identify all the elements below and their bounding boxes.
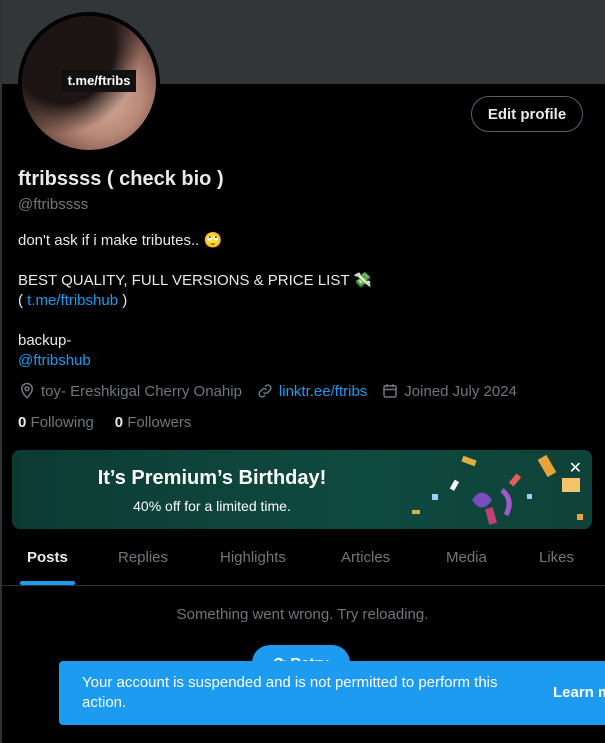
calendar-icon	[383, 384, 398, 398]
location-text: toy- Ereshkigal Cherry Onahip	[41, 382, 242, 400]
tab-highlights[interactable]: Highlights	[220, 533, 286, 585]
bio-line-1: don't ask if i make tributes.. 🙄	[18, 232, 223, 249]
joined-text: Joined July 2024	[404, 382, 517, 400]
profile-name: ftribssss ( check bio )	[18, 168, 224, 190]
link-icon	[258, 384, 272, 398]
active-tab-indicator	[20, 581, 75, 585]
profile-tabs: Posts Replies Highlights Articles Media …	[0, 533, 605, 586]
bio-paren-open: (	[18, 292, 23, 309]
tab-replies[interactable]: Replies	[118, 533, 168, 585]
following-label: Following	[30, 414, 94, 431]
join-date: Joined July 2024	[381, 382, 517, 400]
tab-posts-label: Posts	[27, 549, 68, 566]
bio-line-3: ( t.me/ftribshub )	[18, 291, 127, 311]
promo-subtitle: 40% off for a limited time.	[133, 498, 291, 514]
profile-meta: toy- Ereshkigal Cherry Onahip linktr.ee/…	[18, 382, 531, 400]
followers-link[interactable]: 0 Followers	[115, 414, 192, 431]
location-pin-icon	[20, 382, 34, 399]
column-border	[0, 0, 2, 743]
confetti-decoration	[412, 454, 583, 525]
edit-profile-button[interactable]: Edit profile	[471, 96, 583, 132]
avatar-text: t.me/ftribs	[62, 70, 136, 92]
followers-count: 0	[114, 414, 124, 431]
premium-promo-card[interactable]: It’s Premium’s Birthday! 40% off for a l…	[12, 450, 592, 529]
location: toy- Ereshkigal Cherry Onahip	[18, 382, 242, 400]
toast-message: Your account is suspended and is not per…	[82, 674, 498, 711]
promo-close-icon[interactable]: ✕	[569, 458, 582, 478]
promo-title: It’s Premium’s Birthday!	[97, 467, 327, 489]
tab-media[interactable]: Media	[446, 533, 487, 585]
tab-articles[interactable]: Articles	[341, 533, 390, 585]
learn-more-link[interactable]: Learn more	[553, 684, 605, 701]
website[interactable]: linktr.ee/ftribs	[256, 382, 367, 400]
timeline-error: Something went wrong. Try reloading.	[176, 606, 429, 623]
tab-likes[interactable]: Likes	[539, 533, 574, 585]
tab-posts[interactable]: Posts	[20, 533, 75, 585]
following-count: 0	[18, 414, 27, 431]
website-link[interactable]: linktr.ee/ftribs	[279, 383, 367, 400]
profile-handle: @ftribssss	[18, 196, 89, 213]
bio-paren-close: )	[122, 292, 128, 309]
bio-line-2: BEST QUALITY, FULL VERSIONS & PRICE LIST…	[18, 272, 373, 289]
avatar[interactable]: t.me/ftribs	[18, 12, 160, 154]
follow-stats: 0 Following 0 Followers	[18, 414, 191, 431]
bio-link[interactable]: t.me/ftribshub	[27, 292, 118, 309]
suspension-toast: Your account is suspended and is not per…	[59, 661, 605, 725]
followers-label: Followers	[127, 414, 192, 431]
bio-line-4: backup-	[18, 332, 72, 349]
following-link[interactable]: 0 Following	[18, 414, 94, 431]
bio-mention[interactable]: @ftribshub	[18, 351, 91, 371]
